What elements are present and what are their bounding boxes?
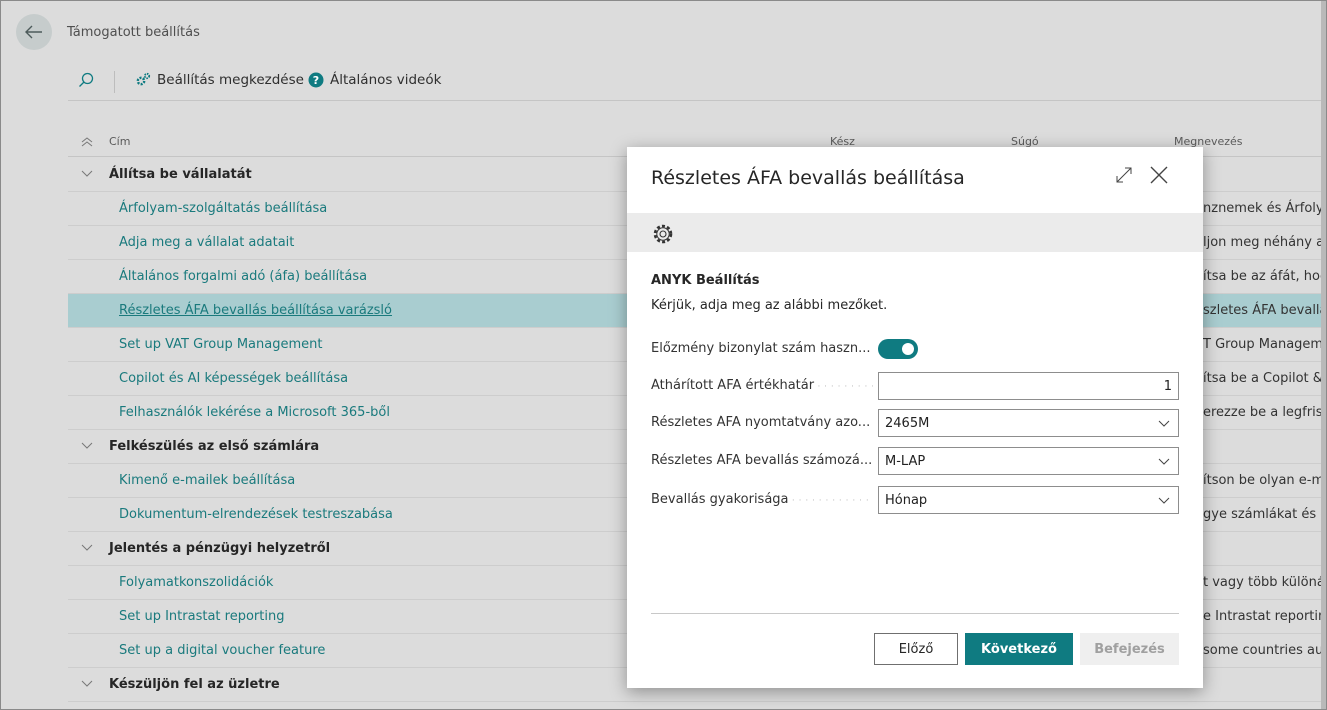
- form-id-select[interactable]: 2465M: [878, 409, 1179, 437]
- vat-threshold-label: Áthárított ÁFA értékhatár: [651, 378, 873, 393]
- setup-link[interactable]: Set up a digital voucher feature: [119, 643, 325, 658]
- chevron-down-icon[interactable]: [81, 168, 93, 178]
- section-description: Kérjük, adja meg az alábbi mezőket.: [651, 298, 888, 313]
- prev-doc-number-label: Előzmény bizonylat szám haszn...: [651, 341, 873, 356]
- group-label: Felkészülés az első számlára: [109, 439, 320, 454]
- start-setup-label: Beállítás megkezdése: [157, 72, 304, 88]
- previous-button[interactable]: Előző: [874, 633, 958, 665]
- setup-link[interactable]: Folyamatkonszolidációk: [119, 575, 273, 590]
- group-label: Készüljön fel az üzletre: [109, 677, 280, 692]
- chevron-down-icon: [1158, 420, 1170, 427]
- gear-icon: [653, 224, 673, 244]
- help-circle-icon: ?: [308, 72, 324, 88]
- frequency-select[interactable]: Hónap: [878, 486, 1179, 514]
- chevron-down-icon: [1158, 458, 1170, 465]
- setup-link[interactable]: Copilot és AI képességek beállítása: [119, 371, 348, 386]
- finish-button[interactable]: Befejezés: [1080, 633, 1179, 665]
- frequency-value: Hónap: [885, 492, 928, 508]
- row-description: nznemek és Árfolya: [1203, 201, 1327, 216]
- expand-icon: [1116, 167, 1132, 183]
- gears-icon: [136, 72, 151, 86]
- vat-threshold-input[interactable]: 1: [878, 372, 1179, 400]
- chevron-down-icon[interactable]: [81, 542, 93, 552]
- frequency-label: Bevallás gyakorisága: [651, 492, 873, 507]
- collapse-all-icon[interactable]: [81, 137, 93, 147]
- svg-text:?: ?: [313, 74, 319, 87]
- row-description: erezze be a legfriss: [1203, 405, 1327, 420]
- field-form-id: Részletes ÁFA nyomtatvány azo... 2465M: [651, 409, 1179, 437]
- field-prev-doc-number: Előzmény bizonylat szám haszn...: [651, 335, 1179, 363]
- action-bar: Beállítás megkezdése ? Általános videók: [68, 63, 1321, 101]
- row-description: ljon meg néhány al: [1203, 235, 1327, 250]
- toolbar-separator: [114, 71, 115, 93]
- setup-link[interactable]: Set up Intrastat reporting: [119, 609, 284, 624]
- app-window: Támogatott beállítás Beállítás megkezdés…: [0, 0, 1327, 710]
- dialog-divider: [651, 613, 1179, 614]
- chevron-down-icon[interactable]: [81, 440, 93, 450]
- field-vat-threshold: Áthárított ÁFA értékhatár 1: [651, 372, 1179, 400]
- setup-link[interactable]: Felhasználók lekérése a Microsoft 365-bő…: [119, 405, 390, 420]
- start-setup-button[interactable]: Beállítás megkezdése: [135, 72, 304, 88]
- numbering-value: M-LAP: [885, 453, 926, 469]
- row-description: some countries aut: [1203, 643, 1327, 658]
- expand-button[interactable]: [1115, 166, 1135, 186]
- setup-link[interactable]: Kimenő e-mailek beállítása: [119, 473, 295, 488]
- field-numbering: Részletes ÁFA bevallás számozá... M-LAP: [651, 447, 1179, 475]
- next-button[interactable]: Következő: [965, 633, 1073, 665]
- group-label: Állítsa be vállalatát: [109, 167, 252, 182]
- form-id-label: Részletes ÁFA nyomtatvány azo...: [651, 415, 873, 430]
- close-button[interactable]: [1150, 166, 1170, 186]
- search-icon: [79, 72, 94, 87]
- numbering-label: Részletes ÁFA bevallás számozá...: [651, 453, 873, 468]
- setup-link[interactable]: Dokumentum-elrendezések testreszabása: [119, 507, 393, 522]
- chevron-down-icon[interactable]: [81, 678, 93, 688]
- general-videos-button[interactable]: ? Általános videók: [308, 72, 441, 88]
- close-icon: [1150, 166, 1168, 184]
- setup-link[interactable]: Általános forgalmi adó (áfa) beállítása: [119, 269, 367, 284]
- setup-link[interactable]: Adja meg a vállalat adatait: [119, 235, 294, 250]
- arrow-left-icon: [25, 25, 42, 39]
- form-id-value: 2465M: [885, 415, 930, 431]
- column-header-title[interactable]: Cím: [109, 135, 130, 148]
- back-button[interactable]: [16, 14, 52, 50]
- page-title: Támogatott beállítás: [67, 25, 200, 40]
- field-frequency: Bevallás gyakorisága Hónap: [651, 486, 1179, 514]
- section-title: ANYK Beállítás: [651, 273, 760, 288]
- search-button[interactable]: [78, 72, 94, 88]
- row-description: ítsa be a Copilot &: [1203, 371, 1323, 386]
- setup-link[interactable]: Részletes ÁFA bevallás beállítása varázs…: [119, 303, 392, 318]
- dialog-title: Részletes ÁFA bevallás beállítása: [651, 167, 965, 189]
- row-description: T Group Managem: [1203, 337, 1324, 352]
- page-header: Támogatott beállítás: [1, 1, 1321, 63]
- setup-link[interactable]: Set up VAT Group Management: [119, 337, 322, 352]
- row-description: e Intrastat reporting: [1203, 609, 1327, 624]
- group-label: Jelentés a pénzügyi helyzetről: [109, 541, 331, 556]
- setup-dialog: Részletes ÁFA bevallás beállítása ANYK B…: [627, 147, 1203, 688]
- row-description: t vagy több különál: [1203, 575, 1327, 590]
- prev-doc-number-toggle[interactable]: [878, 339, 918, 359]
- row-description: gye számlákat és eg: [1203, 507, 1327, 522]
- chevron-down-icon: [1158, 497, 1170, 504]
- dialog-actions-band: [627, 213, 1203, 252]
- settings-button[interactable]: [651, 222, 675, 250]
- row-description: ítson be olyan e-m: [1203, 473, 1325, 488]
- numbering-select[interactable]: M-LAP: [878, 447, 1179, 475]
- general-videos-label: Általános videók: [330, 72, 442, 88]
- row-description: ítsa be az áfát, hog: [1203, 269, 1327, 284]
- setup-link[interactable]: Árfolyam-szolgáltatás beállítása: [119, 201, 327, 216]
- row-description: szletes ÁFA bevallá: [1203, 303, 1327, 318]
